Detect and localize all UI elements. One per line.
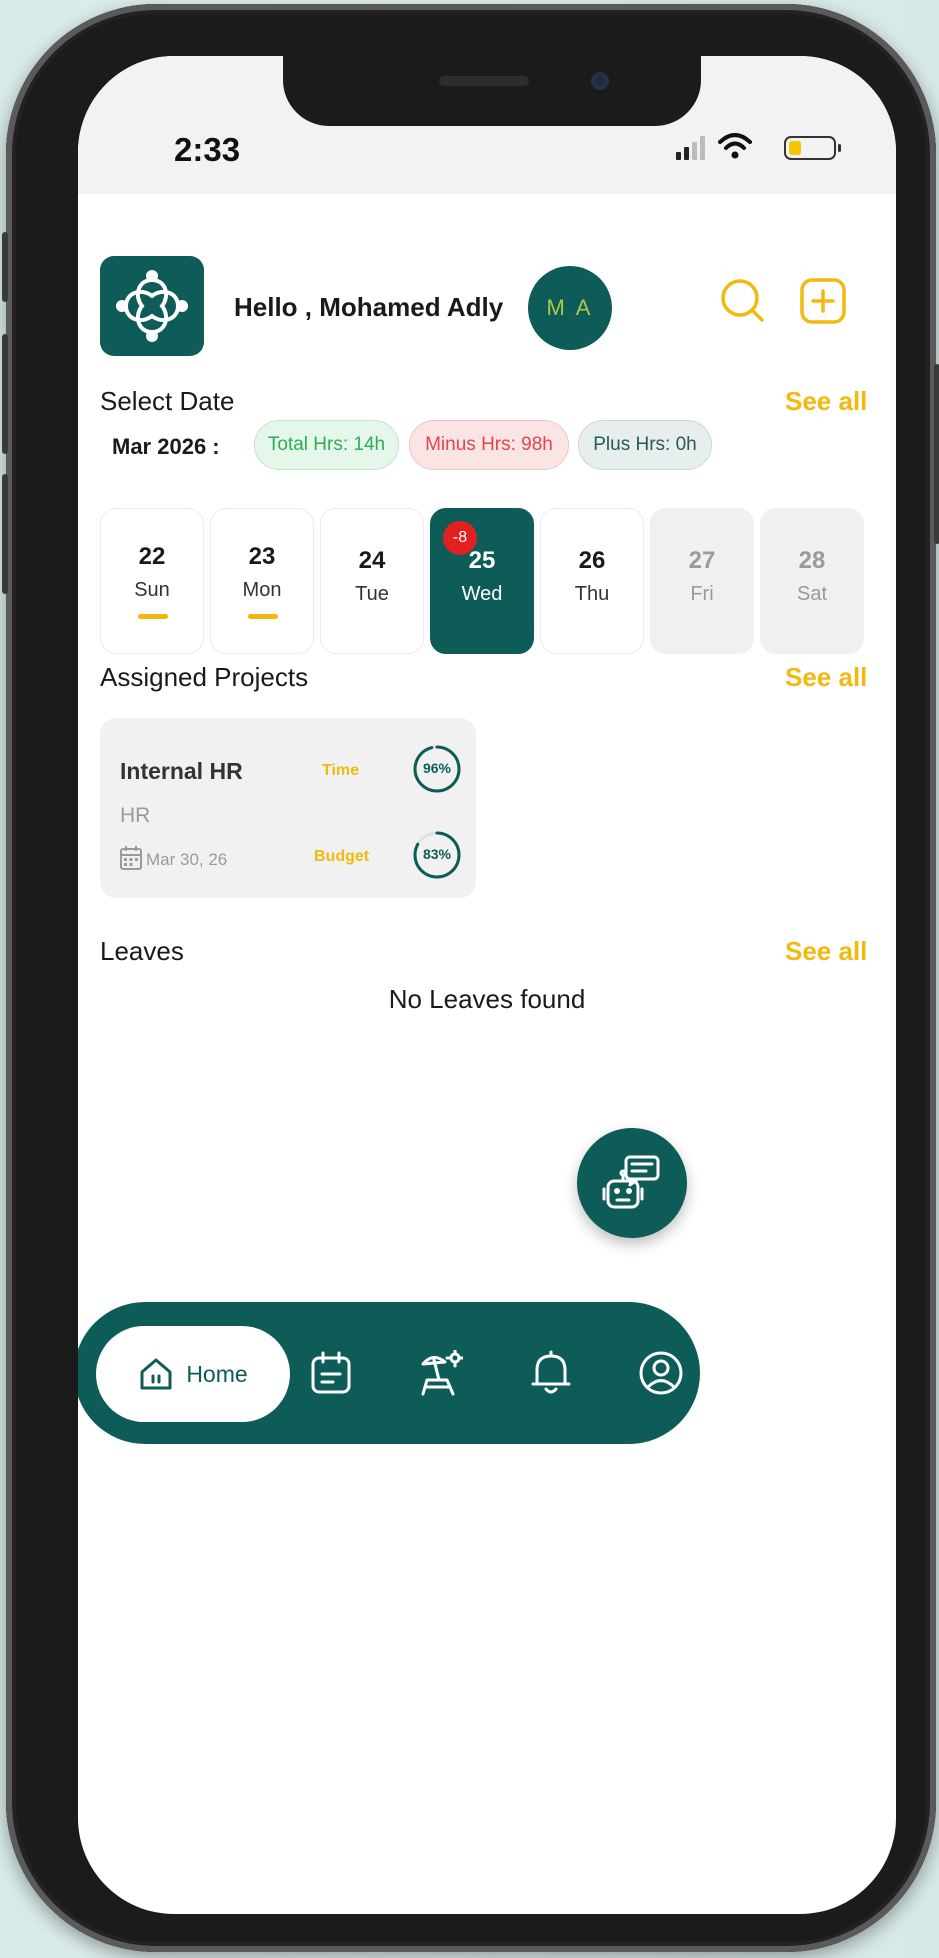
day-number: 27 (688, 547, 716, 574)
battery-level (789, 141, 801, 155)
status-time: 2:33 (174, 131, 241, 168)
app-screen: 2:33 Hello , Mohamed Adly M A Select Dat… (78, 56, 896, 1914)
day-item-off[interactable]: 28 Sat (760, 508, 864, 654)
day-marker (248, 614, 278, 619)
leaves-title: Leaves (100, 936, 184, 966)
side-button (2, 334, 8, 454)
day-number: 26 (578, 547, 606, 574)
day-item[interactable]: 22 Sun (100, 508, 204, 654)
logo-mark-icon (116, 270, 188, 342)
day-item[interactable]: 23 Mon (210, 508, 314, 654)
assigned-projects-title: Assigned Projects (100, 662, 309, 692)
side-button (934, 364, 939, 544)
camera (591, 72, 609, 90)
leaves-empty-text: No Leaves found (388, 984, 586, 1014)
bottom-nav: Home (78, 1302, 700, 1444)
project-due-date: Mar 30, 26 (146, 850, 228, 869)
day-number: 22 (138, 543, 166, 570)
beach-chair-icon[interactable] (417, 1350, 463, 1396)
leaves-see-all-link[interactable]: See all (785, 936, 867, 967)
day-item-selected[interactable]: -8 25 Wed (430, 508, 534, 654)
calendar-note-icon[interactable] (309, 1350, 353, 1396)
chatbot-button[interactable] (577, 1128, 687, 1238)
signal-icon (676, 136, 705, 160)
status-bar: 2:33 (78, 56, 896, 194)
total-hours-chip: Total Hrs: 14h (254, 420, 399, 470)
month-label: Mar 2026 : (112, 434, 220, 459)
day-name: Tue (355, 583, 389, 605)
search-icon[interactable] (718, 276, 768, 326)
projects-see-all-link[interactable]: See all (785, 662, 867, 693)
time-percent: 96% (422, 760, 452, 776)
day-name: Sat (796, 583, 828, 605)
side-button (2, 232, 8, 302)
day-number: 25 (468, 547, 496, 574)
budget-percent: 83% (422, 846, 452, 862)
phone-frame: 2:33 Hello , Mohamed Adly M A Select Dat… (2, 4, 939, 1952)
day-item[interactable]: 24 Tue (320, 508, 424, 654)
battery-icon (784, 136, 841, 160)
plus-square-icon[interactable] (798, 276, 848, 326)
greeting-text: Hello , Mohamed Adly (234, 292, 504, 322)
budget-label: Budget (314, 848, 370, 865)
minus-hours-chip: Minus Hrs: 98h (409, 420, 569, 470)
profile-icon[interactable] (638, 1350, 684, 1396)
notch (283, 56, 701, 126)
day-name: Sun (134, 579, 170, 601)
bell-icon[interactable] (529, 1350, 573, 1396)
day-number: 23 (248, 543, 276, 570)
day-name: Fri (690, 583, 714, 605)
side-button (2, 474, 8, 594)
project-department: HR (120, 804, 151, 827)
speaker (439, 76, 529, 86)
robot-chat-icon (602, 1155, 660, 1209)
avatar[interactable]: M A (528, 266, 612, 350)
calendar-icon (120, 846, 142, 870)
time-label: Time (322, 762, 360, 779)
wifi-icon (718, 133, 752, 159)
select-date-title: Select Date (100, 386, 235, 416)
home-icon (140, 1358, 172, 1390)
nav-home-tab[interactable]: Home (96, 1326, 290, 1422)
plus-hours-chip: Plus Hrs: 0h (578, 420, 712, 470)
project-name: Internal HR (120, 758, 243, 784)
day-name: Thu (574, 583, 610, 605)
nav-home-label: Home (186, 1360, 248, 1387)
day-name: Mon (242, 579, 282, 601)
day-marker (138, 614, 168, 619)
project-card[interactable]: Internal HR HR Mar 30, 26 Time 96% Budge… (100, 718, 476, 898)
day-item-off[interactable]: 27 Fri (650, 508, 754, 654)
day-name: Wed (461, 583, 503, 605)
day-number: 28 (798, 547, 826, 574)
select-date-see-all-link[interactable]: See all (785, 386, 867, 417)
day-number: 24 (358, 547, 386, 574)
app-logo (100, 256, 204, 356)
day-item[interactable]: 26 Thu (540, 508, 644, 654)
